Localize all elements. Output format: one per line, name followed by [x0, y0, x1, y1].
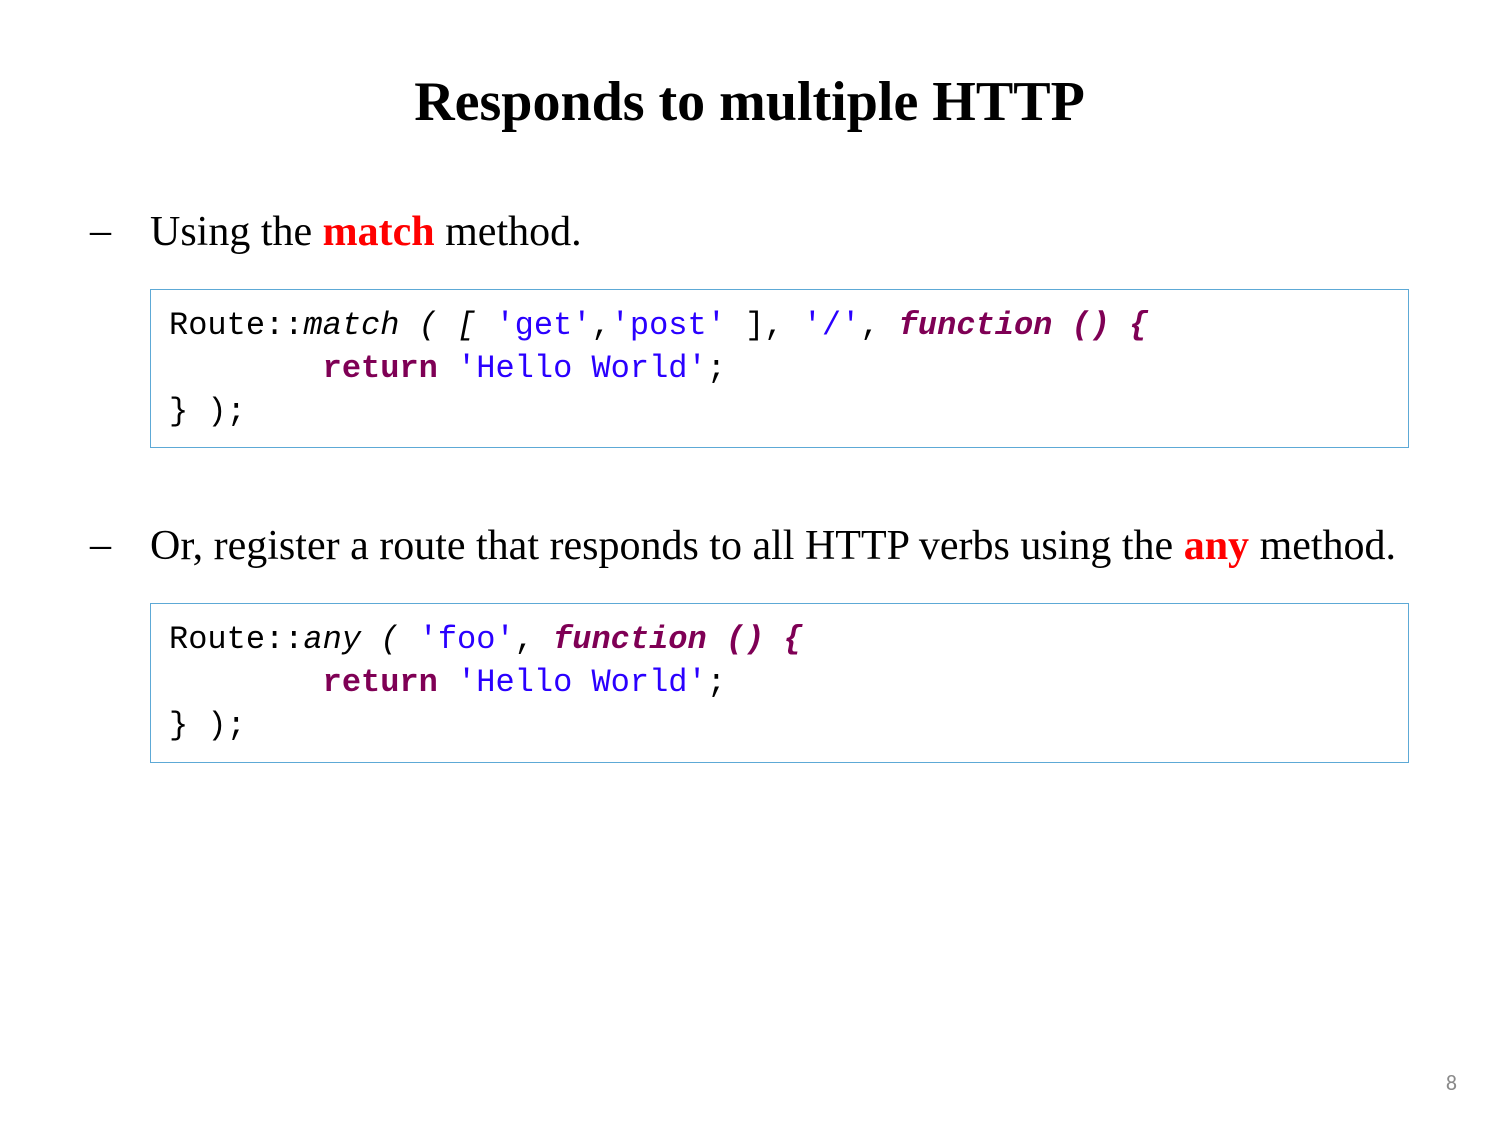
code-block-any: Route::any ( 'foo', function () { return…	[150, 603, 1409, 763]
page-number: 8	[1446, 1069, 1457, 1096]
code1-semi: ;	[707, 350, 726, 387]
code1-route: Route::	[169, 307, 303, 344]
code2-any: any	[303, 621, 361, 658]
code2-route: Route::	[169, 621, 303, 658]
code2-paren1: (	[361, 621, 419, 658]
code2-return: return	[169, 664, 438, 701]
bullet-2-post: method.	[1249, 523, 1396, 569]
bullet-2-pre: Or, register a route that responds to al…	[150, 523, 1184, 569]
code1-get: 'get'	[495, 307, 591, 344]
code2-parens-open: () {	[707, 621, 803, 658]
code2-foo: 'foo'	[419, 621, 515, 658]
code1-close: } );	[169, 393, 246, 430]
code1-function: function	[899, 307, 1053, 344]
bullet-1-keyword: match	[323, 209, 435, 255]
code1-sp	[438, 350, 457, 387]
code1-return: return	[169, 350, 438, 387]
bullet-dash-2: –	[90, 518, 150, 573]
bullet-dash: –	[90, 204, 150, 259]
code2-sp	[438, 664, 457, 701]
bullet-1: – Using the match method.	[90, 204, 1409, 261]
code2-hello: 'Hello World'	[457, 664, 707, 701]
bullet-2-keyword: any	[1184, 523, 1249, 569]
code2-close: } );	[169, 707, 246, 744]
bullet-1-pre: Using the	[150, 209, 323, 255]
code-block-match: Route::match ( [ 'get','post' ], '/', fu…	[150, 289, 1409, 449]
code2-function: function	[553, 621, 707, 658]
code1-match: match	[303, 307, 399, 344]
code2-semi: ;	[707, 664, 726, 701]
code1-comma1: ,	[591, 307, 610, 344]
code1-post: 'post'	[611, 307, 726, 344]
code1-hello: 'Hello World'	[457, 350, 707, 387]
slide-title: Responds to multiple HTTP	[90, 70, 1409, 134]
code1-parens-open: () {	[1052, 307, 1148, 344]
bullet-2: – Or, register a route that responds to …	[90, 518, 1409, 575]
code1-bracket: ],	[726, 307, 803, 344]
code1-paren1: ( [	[399, 307, 495, 344]
bullet-1-post: method.	[435, 209, 582, 255]
code1-comma2: ,	[860, 307, 898, 344]
code1-slash: '/'	[803, 307, 861, 344]
code2-comma: ,	[515, 621, 553, 658]
bullet-2-text: Or, register a route that responds to al…	[150, 518, 1396, 575]
bullet-1-text: Using the match method.	[150, 204, 582, 261]
